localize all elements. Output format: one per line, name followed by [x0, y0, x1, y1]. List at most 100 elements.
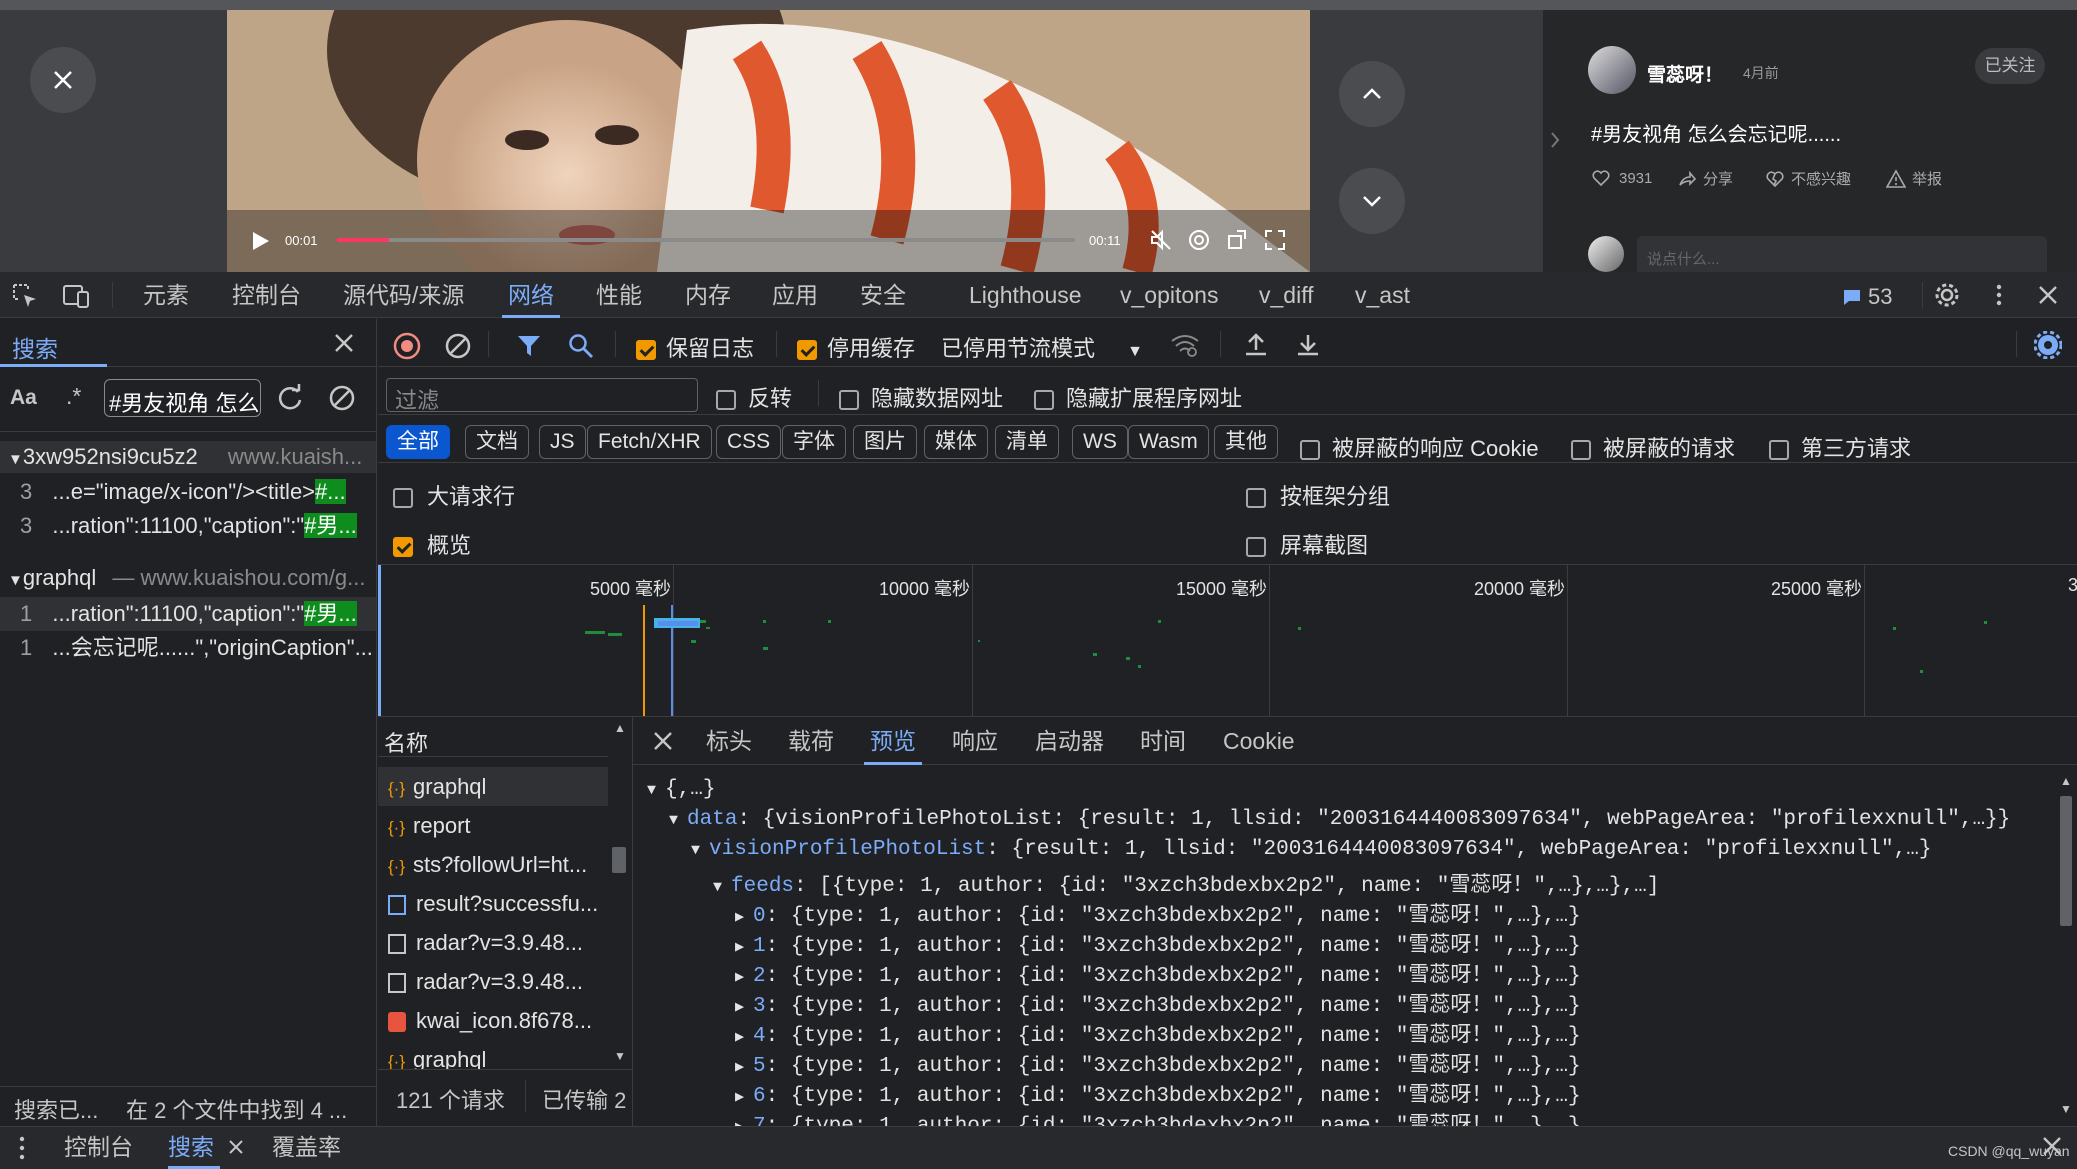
refresh-search-button[interactable]: [276, 384, 304, 412]
author-name[interactable]: 雪蕊呀！: [1647, 60, 1723, 87]
detail-tab-payload[interactable]: 载荷: [788, 717, 834, 765]
type-filter-media[interactable]: 媒体: [924, 425, 988, 459]
detail-tab-response[interactable]: 响应: [952, 717, 998, 765]
search-result-line[interactable]: 3 ...e="image/x-icon"/><title>#...: [20, 476, 346, 508]
request-row[interactable]: {·} report: [378, 806, 608, 845]
issues-button[interactable]: 53: [1842, 284, 1892, 310]
collapse-panel-button[interactable]: [1549, 130, 1561, 150]
type-filter-doc[interactable]: 文档: [465, 425, 529, 459]
clear-search-button[interactable]: [328, 384, 356, 412]
json-node-data[interactable]: ▼ data: {visionProfilePhotoList: {result…: [669, 808, 2010, 831]
type-filter-manifest[interactable]: 清单: [995, 425, 1059, 459]
overview-timeline[interactable]: 5000 毫秒 10000 毫秒 15000 毫秒 20000 毫秒 25000…: [378, 565, 2077, 716]
rotate-button[interactable]: [1225, 228, 1249, 252]
json-feed-item[interactable]: ▶ 5: {type: 1, author: {id: "3xzch3bdexb…: [735, 1048, 1581, 1078]
json-node-feeds[interactable]: ▼ feeds: [{type: 1, author: {id: "3xzch3…: [713, 868, 1659, 898]
overview-checkbox[interactable]: 概览: [393, 528, 471, 560]
screenshots-checkbox[interactable]: 屏幕截图: [1246, 528, 1368, 560]
invert-checkbox[interactable]: 反转: [716, 381, 792, 413]
clear-log-button[interactable]: [444, 332, 472, 360]
close-search-panel-button[interactable]: [334, 333, 354, 353]
preview-scrollbar[interactable]: ▲ ▼: [2055, 766, 2077, 1126]
mute-button[interactable]: [1149, 228, 1173, 252]
import-har-button[interactable]: [1243, 332, 1269, 358]
follow-button[interactable]: 已关注: [1975, 48, 2045, 84]
previous-video-button[interactable]: [1339, 61, 1405, 127]
filter-toggle-button[interactable]: [516, 333, 542, 359]
tab-elements[interactable]: 元素: [143, 272, 189, 318]
json-feed-item[interactable]: ▶ 0: {type: 1, author: {id: "3xzch3bdexb…: [735, 898, 1581, 928]
close-drawer-button[interactable]: [2042, 1136, 2062, 1156]
json-root[interactable]: ▼ {,…}: [647, 778, 715, 801]
like-button[interactable]: 3931: [1591, 168, 1652, 188]
video-frame[interactable]: 00:01 00:11: [227, 10, 1310, 272]
close-video-button[interactable]: [30, 47, 96, 113]
record-button[interactable]: [393, 332, 421, 360]
settings-button[interactable]: [1187, 228, 1211, 252]
json-feed-item[interactable]: ▶ 2: {type: 1, author: {id: "3xzch3bdexb…: [735, 958, 1581, 988]
close-search-tab-button[interactable]: [229, 1140, 243, 1154]
search-result-line[interactable]: 1 ...ration":11100,"caption":"#男...: [0, 597, 376, 631]
search-result-line[interactable]: 3 ...ration":11100,"caption":"#男...: [20, 510, 357, 542]
request-list-scrollbar[interactable]: ▲ ▼: [608, 717, 632, 1069]
disable-cache-checkbox[interactable]: 停用缓存: [797, 331, 915, 363]
play-button[interactable]: [249, 230, 271, 252]
blocked-cookies-checkbox[interactable]: 被屏蔽的响应 Cookie: [1300, 431, 1539, 463]
json-feed-item[interactable]: ▶ 7: {type: 1, author: {id: "3xzch3bdexb…: [735, 1108, 1581, 1126]
author-avatar[interactable]: [1588, 46, 1636, 94]
request-row[interactable]: result?successfu...: [378, 884, 608, 923]
type-filter-css[interactable]: CSS: [716, 425, 782, 459]
tab-v-diff[interactable]: v_diff: [1259, 272, 1314, 318]
devtools-settings-button[interactable]: [1933, 281, 1961, 309]
scrollbar-thumb[interactable]: [612, 847, 626, 873]
dislike-button[interactable]: 不感兴趣: [1765, 168, 1851, 189]
detail-tab-initiator[interactable]: 启动器: [1035, 717, 1104, 765]
json-feed-item[interactable]: ▶ 1: {type: 1, author: {id: "3xzch3bdexb…: [735, 928, 1581, 958]
regex-toggle[interactable]: .*: [66, 383, 81, 410]
search-network-button[interactable]: [568, 333, 594, 359]
type-filter-other[interactable]: 其他: [1214, 425, 1278, 459]
network-settings-button[interactable]: [2034, 331, 2062, 359]
network-conditions-button[interactable]: [1170, 333, 1200, 357]
close-detail-button[interactable]: [653, 731, 673, 751]
export-har-button[interactable]: [1295, 332, 1321, 358]
search-result-line[interactable]: 1 ...会忘记呢......","originCaption"...: [20, 631, 376, 665]
inspect-element-button[interactable]: [12, 283, 38, 309]
throttling-select[interactable]: 已停用节流模式 ▼: [941, 331, 1143, 363]
detail-tab-cookies[interactable]: Cookie: [1223, 717, 1295, 765]
tab-application[interactable]: 应用: [772, 272, 818, 318]
progress-bar[interactable]: [337, 238, 1075, 242]
comment-input[interactable]: 说点什么...: [1637, 236, 2047, 272]
request-row[interactable]: radar?v=3.9.48...: [378, 962, 608, 1001]
blocked-requests-checkbox[interactable]: 被屏蔽的请求: [1571, 431, 1735, 463]
drawer-tab-search[interactable]: 搜索: [168, 1126, 214, 1169]
type-filter-font[interactable]: 字体: [782, 425, 846, 459]
type-filter-img[interactable]: 图片: [853, 425, 917, 459]
tab-console[interactable]: 控制台: [232, 272, 301, 318]
json-feed-item[interactable]: ▶ 6: {type: 1, author: {id: "3xzch3bdexb…: [735, 1078, 1581, 1108]
group-by-frame-checkbox[interactable]: 按框架分组: [1246, 479, 1390, 511]
filter-input[interactable]: 过滤: [386, 378, 698, 413]
tab-performance[interactable]: 性能: [596, 272, 642, 318]
preserve-log-checkbox[interactable]: 保留日志: [636, 331, 754, 363]
type-filter-all[interactable]: 全部: [386, 425, 450, 459]
search-query-input[interactable]: #男友视角 怎么: [104, 379, 261, 417]
tab-v-opitons[interactable]: v_opitons: [1120, 272, 1218, 318]
json-feed-item[interactable]: ▶ 3: {type: 1, author: {id: "3xzch3bdexb…: [735, 988, 1581, 1018]
type-filter-ws[interactable]: WS: [1072, 425, 1128, 459]
drawer-tab-coverage[interactable]: 覆盖率: [272, 1126, 341, 1169]
scrollbar-thumb[interactable]: [2060, 796, 2072, 926]
tab-lighthouse[interactable]: Lighthouse: [969, 272, 1082, 318]
detail-tab-headers[interactable]: 标头: [706, 717, 752, 765]
drawer-menu-button[interactable]: [18, 1136, 26, 1160]
tab-network[interactable]: 网络: [502, 272, 560, 318]
tab-sources[interactable]: 源代码/来源: [343, 272, 464, 318]
search-result-file[interactable]: ▼3xw952nsi9cu5z2 www.kuaish...: [0, 441, 376, 473]
request-row[interactable]: {·} graphql: [378, 1040, 608, 1069]
detail-tab-preview[interactable]: 预览: [864, 717, 922, 765]
match-case-toggle[interactable]: Aa: [10, 386, 37, 410]
type-filter-fetch-xhr[interactable]: Fetch/XHR: [587, 425, 712, 459]
close-devtools-button[interactable]: [2038, 285, 2058, 305]
request-row[interactable]: {·} sts?followUrl=ht...: [378, 845, 608, 884]
request-list-header[interactable]: 名称 ▲: [378, 717, 624, 757]
